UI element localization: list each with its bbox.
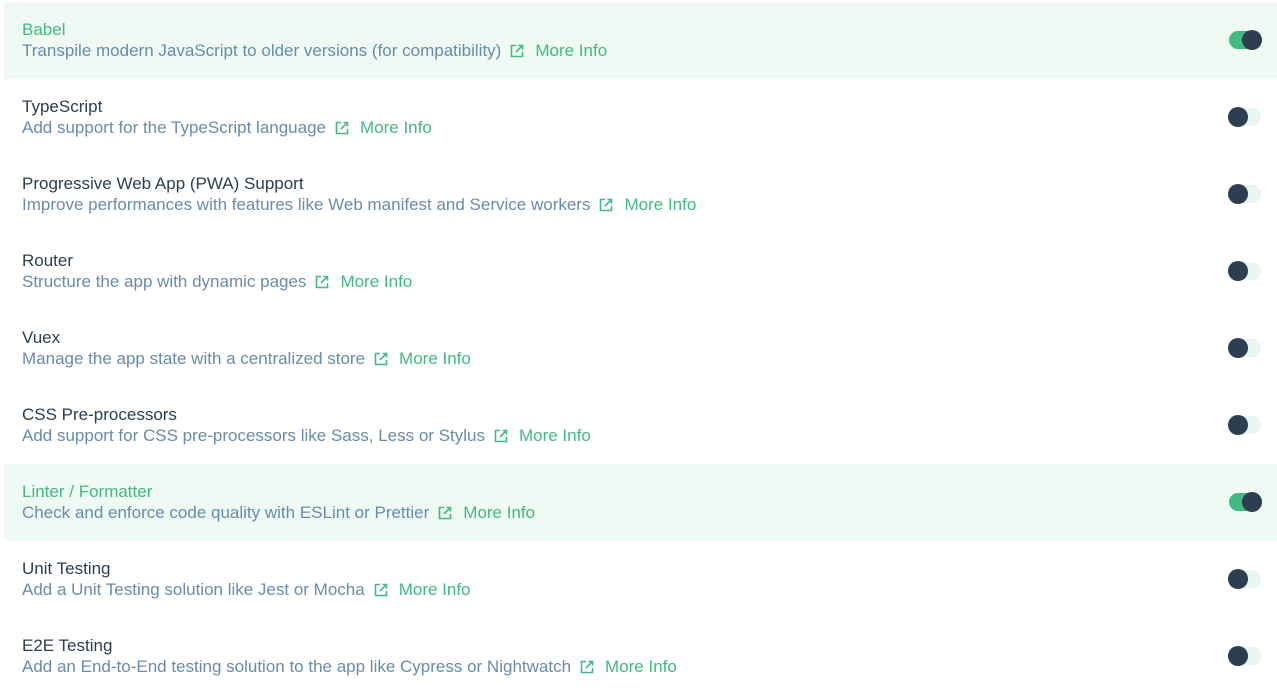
external-link-icon: [600, 198, 613, 212]
feature-description-line: Improve performances with features like …: [22, 195, 696, 215]
feature-item-vuex[interactable]: Vuex Manage the app state with a central…: [4, 310, 1277, 387]
external-link-icon: [511, 44, 524, 58]
toggle-knob: [1228, 569, 1248, 589]
feature-description: Add an End-to-End testing solution to th…: [22, 657, 572, 676]
external-link-icon: [438, 506, 452, 520]
external-link-icon: [374, 583, 388, 597]
feature-description: Transpile modern JavaScript to older ver…: [22, 41, 502, 60]
more-info-link[interactable]: More Info: [437, 503, 535, 523]
feature-description-line: Add an End-to-End testing solution to th…: [22, 657, 677, 677]
feature-toggle[interactable]: [1229, 30, 1262, 50]
feature-description-line: Transpile modern JavaScript to older ver…: [22, 41, 607, 61]
toggle-knob: [1242, 492, 1262, 512]
more-info-label: More Info: [360, 118, 432, 137]
more-info-label: More Info: [399, 349, 471, 368]
more-info-link[interactable]: More Info: [373, 580, 471, 600]
external-link-icon: [580, 660, 594, 674]
feature-name: CSS Pre-processors: [22, 405, 177, 424]
more-info-label: More Info: [463, 503, 536, 522]
feature-description-line: Manage the app state with a centralized …: [22, 349, 471, 369]
feature-description: Add support for the TypeScript language: [22, 118, 326, 137]
more-info-label: More Info: [605, 657, 677, 676]
feature-item-e2e-testing[interactable]: E2E Testing Add an End-to-End testing so…: [4, 618, 1277, 695]
more-info-link[interactable]: More Info: [579, 657, 677, 677]
more-info-label: More Info: [535, 41, 608, 60]
feature-name: Unit Testing: [22, 559, 111, 578]
feature-toggle[interactable]: [1228, 184, 1261, 204]
toggle-knob: [1228, 261, 1248, 281]
feature-toggle[interactable]: [1228, 569, 1261, 589]
feature-name: E2E Testing: [22, 636, 113, 655]
feature-description: Manage the app state with a centralized …: [22, 349, 366, 368]
feature-toggle[interactable]: [1228, 646, 1261, 666]
feature-item-babel[interactable]: Babel Transpile modern JavaScript to old…: [4, 2, 1277, 79]
toggle-knob: [1228, 338, 1248, 358]
more-info-link[interactable]: More Info: [373, 349, 471, 369]
more-info-link[interactable]: More Info: [509, 41, 607, 61]
toggle-knob: [1228, 184, 1248, 204]
feature-description-line: Add support for the TypeScript language …: [22, 118, 432, 138]
feature-description: Structure the app with dynamic pages: [22, 272, 307, 291]
more-info-label: More Info: [518, 426, 591, 445]
feature-name: Router: [22, 251, 74, 270]
feature-item-unit-testing[interactable]: Unit Testing Add a Unit Testing solution…: [4, 541, 1277, 618]
external-link-icon: [494, 429, 508, 443]
feature-name: TypeScript: [22, 97, 103, 116]
more-info-link[interactable]: More Info: [598, 195, 696, 215]
feature-toggle[interactable]: [1228, 261, 1261, 281]
feature-name: Vuex: [22, 328, 61, 347]
more-info-link[interactable]: More Info: [314, 272, 412, 292]
toggle-knob: [1228, 415, 1248, 435]
feature-toggle[interactable]: [1228, 415, 1261, 435]
feature-description-line: Add support for CSS pre-processors like …: [22, 426, 591, 446]
feature-item-router[interactable]: Router Structure the app with dynamic pa…: [4, 233, 1277, 310]
feature-description: Improve performances with features like …: [22, 195, 591, 214]
external-link-icon: [316, 275, 329, 289]
feature-name: Babel: [22, 20, 66, 39]
feature-list: Babel Transpile modern JavaScript to old…: [4, 2, 1277, 695]
feature-item-linter-formatter[interactable]: Linter / Formatter Check and enforce cod…: [4, 464, 1277, 541]
feature-item-pwa[interactable]: Progressive Web App (PWA) Support Improv…: [4, 156, 1277, 233]
external-link-icon: [374, 352, 388, 366]
feature-description: Add a Unit Testing solution like Jest or…: [22, 580, 365, 599]
external-link-icon: [335, 121, 349, 135]
feature-toggle[interactable]: [1228, 107, 1261, 127]
feature-description-line: Add a Unit Testing solution like Jest or…: [22, 580, 471, 600]
feature-description: Check and enforce code quality with ESLi…: [22, 503, 430, 522]
feature-toggle[interactable]: [1229, 492, 1262, 512]
feature-item-css-preprocessors[interactable]: CSS Pre-processors Add support for CSS p…: [4, 387, 1277, 464]
more-info-link[interactable]: More Info: [493, 426, 591, 446]
feature-description: Add support for CSS pre-processors like …: [22, 426, 485, 445]
more-info-label: More Info: [624, 195, 697, 214]
toggle-knob: [1242, 30, 1262, 50]
more-info-label: More Info: [340, 272, 413, 291]
toggle-knob: [1228, 646, 1248, 666]
more-info-link[interactable]: More Info: [334, 118, 432, 138]
feature-name: Linter / Formatter: [22, 482, 153, 501]
more-info-label: More Info: [398, 580, 471, 599]
feature-item-typescript[interactable]: TypeScript Add support for the TypeScrip…: [4, 79, 1277, 156]
feature-name: Progressive Web App (PWA) Support: [22, 174, 304, 193]
toggle-knob: [1228, 107, 1248, 127]
feature-description-line: Structure the app with dynamic pages Mor…: [22, 272, 412, 292]
feature-description-line: Check and enforce code quality with ESLi…: [22, 503, 535, 523]
feature-toggle[interactable]: [1228, 338, 1261, 358]
